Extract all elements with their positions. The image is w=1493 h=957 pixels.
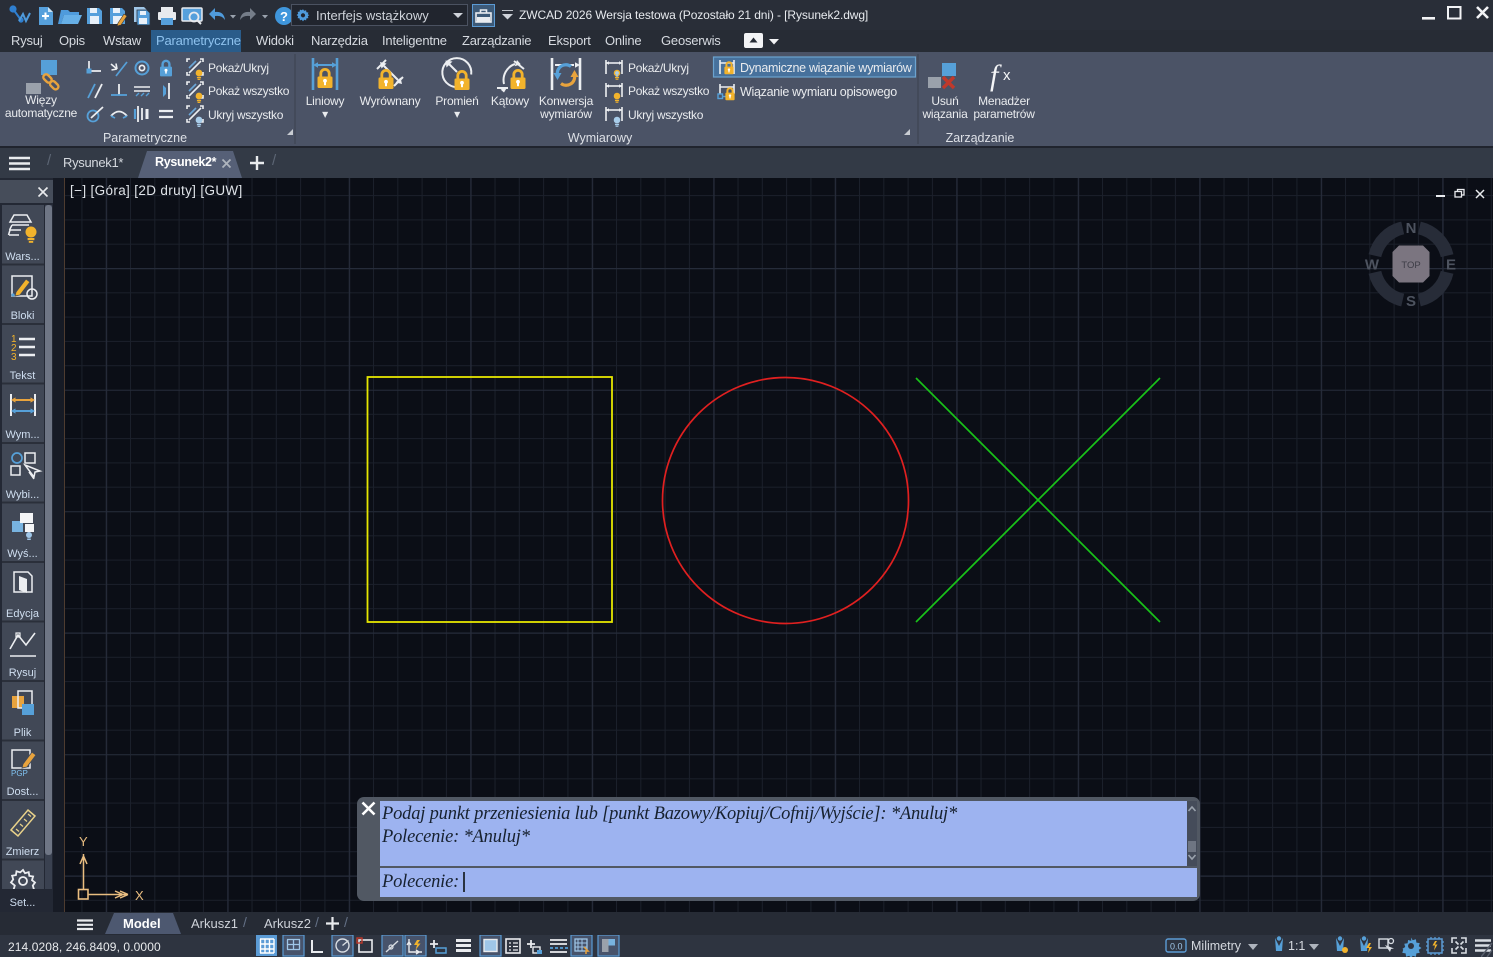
svg-text:PGP: PGP xyxy=(11,769,28,778)
svg-text:x: x xyxy=(1003,67,1011,84)
svg-text:Milimetry: Milimetry xyxy=(1191,939,1242,953)
svg-text:0.0: 0.0 xyxy=(1170,942,1183,952)
svg-text:W: W xyxy=(1365,257,1380,274)
svg-text:?: ? xyxy=(280,9,288,24)
svg-text:E: E xyxy=(1446,257,1456,274)
svg-text:X: X xyxy=(135,888,144,903)
svg-text:[−] [Góra] [2D druty] [GUW]: [−] [Góra] [2D druty] [GUW] xyxy=(70,183,243,198)
svg-text:3: 3 xyxy=(11,352,17,363)
svg-text:Y: Y xyxy=(79,834,88,849)
svg-text:TOP: TOP xyxy=(1401,260,1420,271)
svg-text:1:1: 1:1 xyxy=(1288,939,1305,953)
svg-text:N: N xyxy=(1406,220,1417,237)
svg-text:f: f xyxy=(990,59,1002,92)
svg-text:S: S xyxy=(1406,293,1416,310)
